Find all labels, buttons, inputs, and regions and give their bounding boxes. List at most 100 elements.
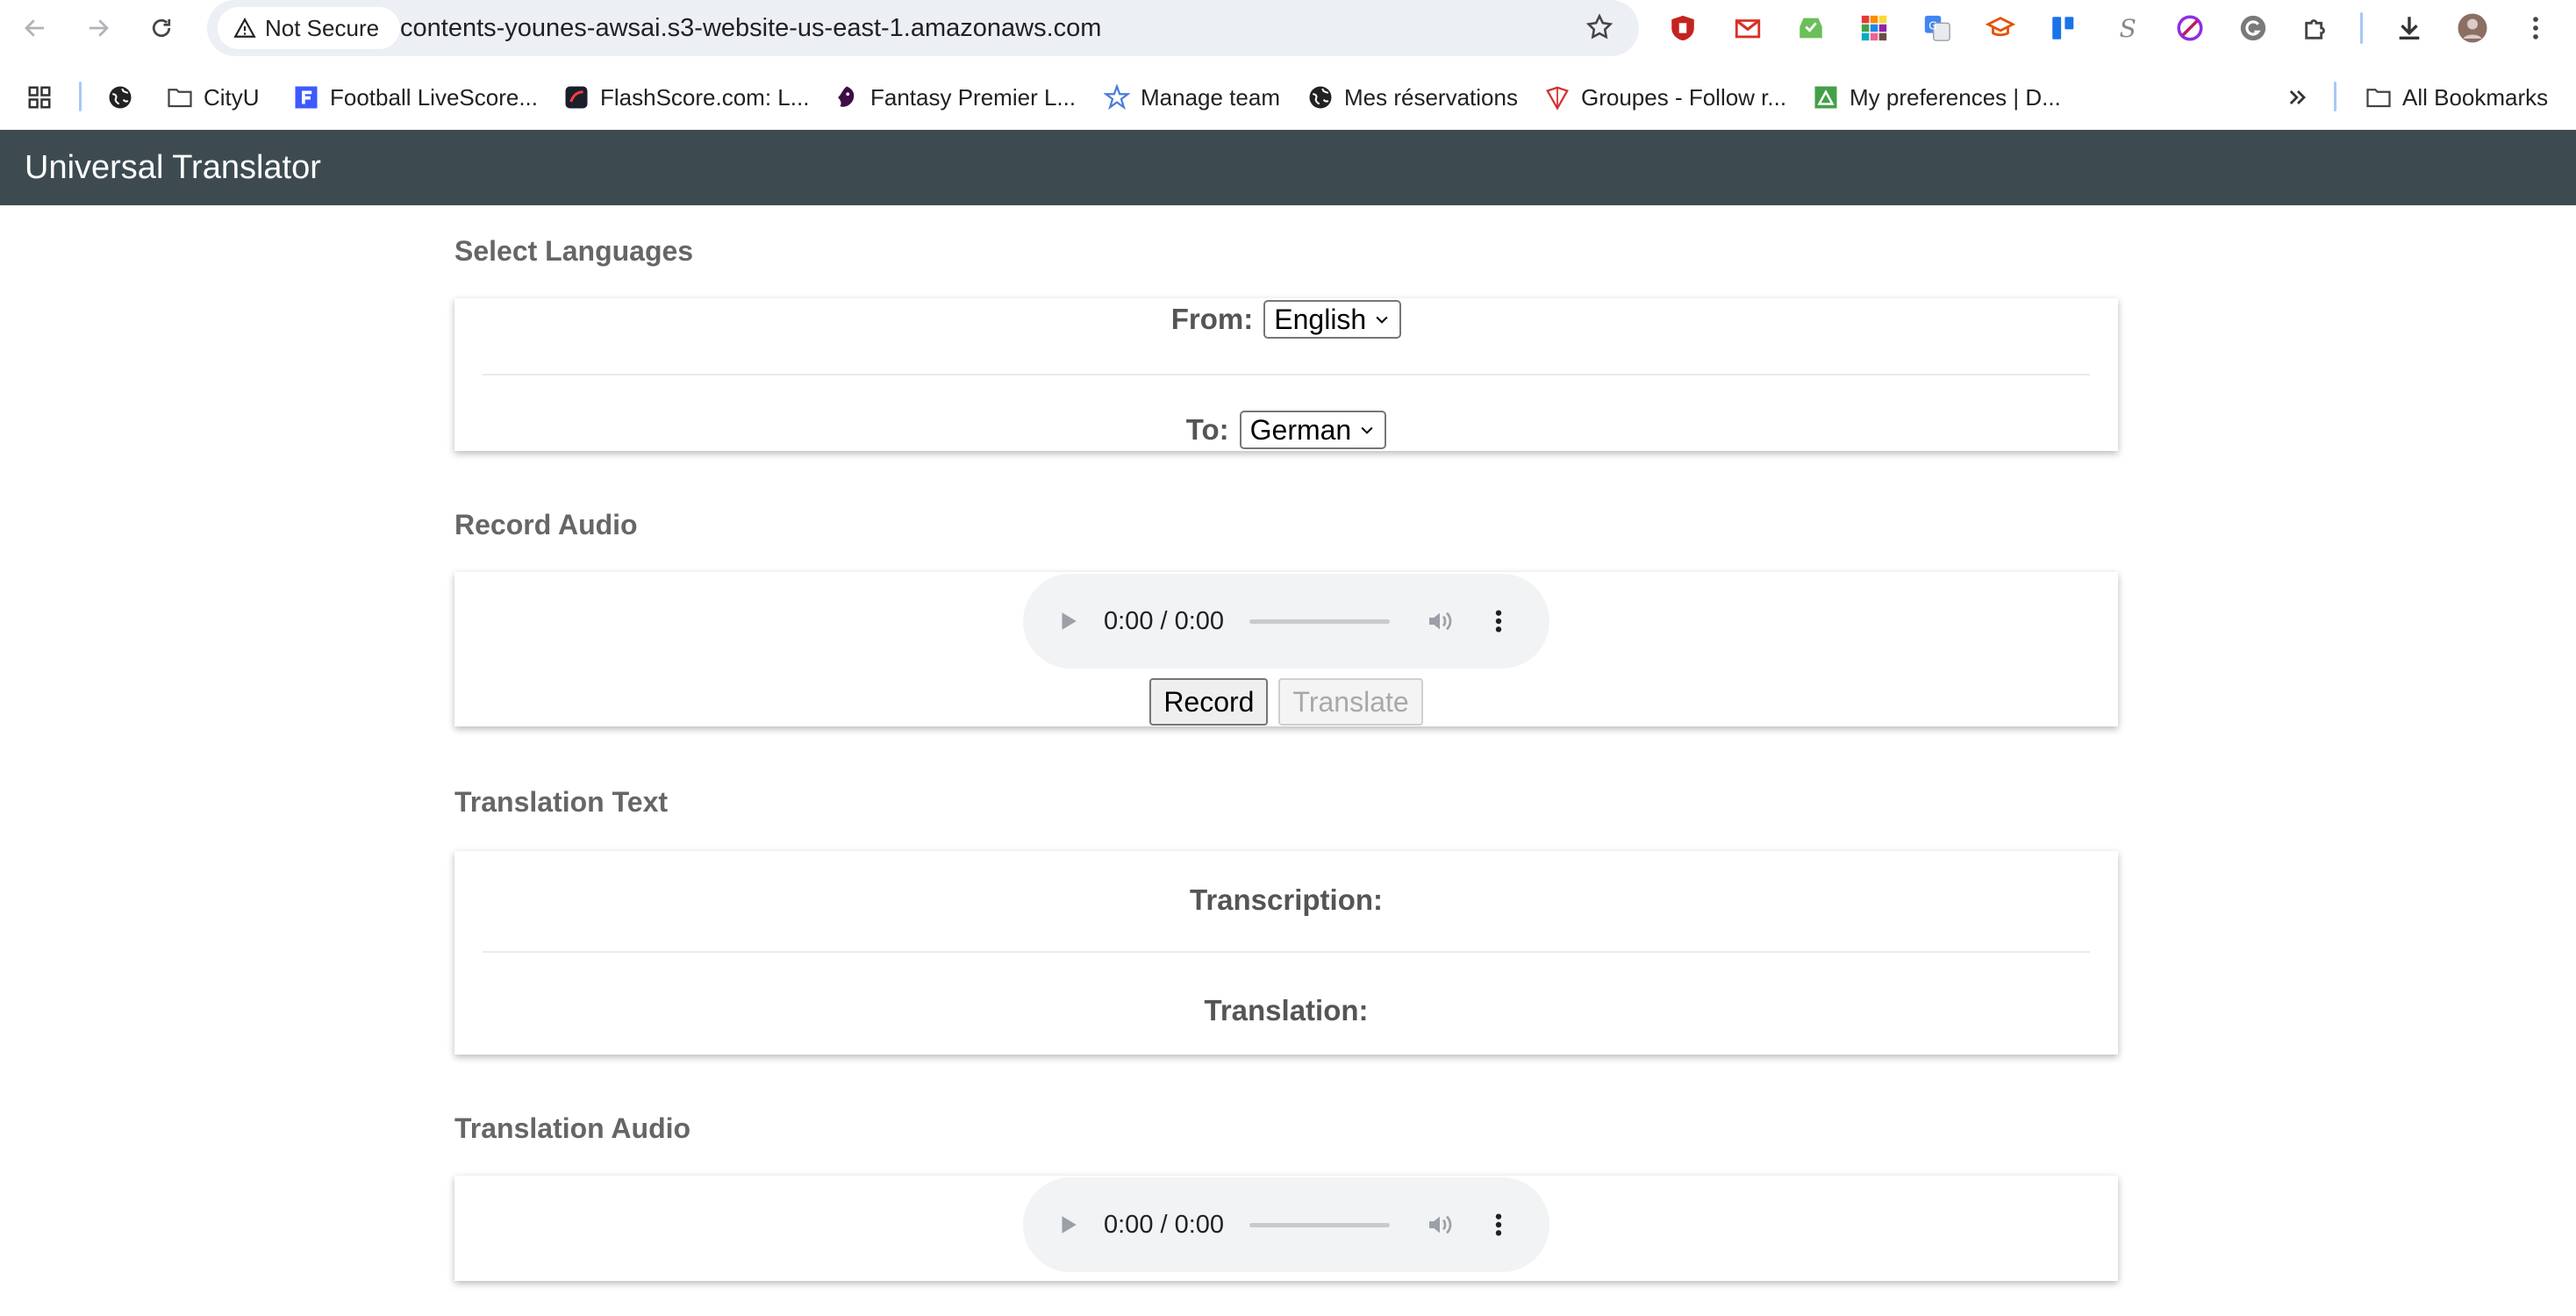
url-text[interactable]: contents-younes-awsai.s3-website-us-east… [400,0,1101,56]
more-bookmarks-button[interactable] [2285,74,2311,121]
board-icon [2052,17,2074,39]
apps-button[interactable] [26,74,53,121]
chevron-down-icon [1361,426,1373,434]
play-icon[interactable] [1056,1212,1079,1237]
diamond-logo-icon [1544,84,1571,111]
volume-icon[interactable] [1425,1211,1455,1239]
extensions-menu-button[interactable] [2301,12,2332,44]
inbox-check-icon [1800,18,1822,39]
gmail-extension[interactable] [1732,12,1764,44]
scholar-extension[interactable] [1985,12,2016,44]
record-audio-heading: Record Audio [454,509,638,540]
from-row: From: English [454,298,2118,340]
palette-grid-icon [1861,15,1887,41]
record-button[interactable]: Record [1149,678,1269,726]
script-extension[interactable]: S [2111,12,2143,44]
divider [483,951,2090,953]
all-bookmarks-button[interactable]: All Bookmarks [2365,74,2548,121]
to-language-select[interactable]: German [1239,411,1387,449]
reload-icon [152,18,171,38]
bookmark-item-manage-team[interactable]: Manage team [1104,74,1280,121]
bookmark-label: Groupes - Follow r... [1581,83,1787,111]
arrow-left-icon [25,19,44,37]
google-translate-extension[interactable]: G [1921,12,1953,44]
reload-button[interactable] [142,11,181,46]
volume-icon[interactable] [1425,607,1455,635]
from-label: From: [1170,303,1254,335]
inbox-extension[interactable] [1795,12,1827,44]
translation-text-heading: Translation Text [454,786,669,818]
translation-audio-player[interactable]: 0:00 / 0:00 [1023,1177,1549,1272]
graduation-cap-icon [1986,17,2015,37]
translation-audio-card: 0:00 / 0:00 [454,1176,2118,1281]
bookmarks-divider [79,82,82,111]
bookmark-item-fantasy-premier[interactable]: Fantasy Premier L... [834,74,1076,121]
double-chevron-right-icon [2285,84,2311,111]
bookmark-item-cityu[interactable]: CityU [167,74,260,121]
browser-toolbar: Not Secure contents-younes-awsai.s3-webs… [0,0,2576,58]
more-options-icon[interactable] [1490,1211,1507,1239]
app-header: Universal Translator [0,130,2576,205]
bookmark-item-groupes[interactable]: Groupes - Follow r... [1544,74,1786,121]
grammarly-extension[interactable] [2237,12,2269,44]
chevron-down-icon [1376,316,1388,324]
bookmark-item-flashscore[interactable]: FlashScore.com: L... [563,74,809,121]
bookmark-globe[interactable] [107,74,133,121]
forward-button[interactable] [79,11,118,46]
bookmarks-bar: CityU Football LiveScore... FlashScore.c… [0,74,2576,121]
translate-button[interactable]: Translate [1278,678,1423,726]
blocker-extension[interactable] [2174,12,2206,44]
bookmark-label: My preferences | D... [1850,83,2061,111]
play-icon[interactable] [1056,609,1079,633]
livescore-icon [293,84,319,111]
more-options-icon[interactable] [1490,607,1507,635]
apps-grid-icon [26,84,53,111]
translation-label: Translation: [1204,994,1369,1026]
to-row: To: German [454,409,2118,451]
bookmark-item-football-livescore[interactable]: Football LiveScore... [293,74,538,121]
bookmark-item-mes-reservations[interactable]: Mes réservations [1307,74,1518,121]
profile-avatar[interactable] [2457,12,2488,44]
downloads-button[interactable] [2394,12,2425,44]
security-chip[interactable]: Not Secure [218,7,401,49]
bookmark-label: Mes réservations [1344,83,1518,111]
trello-extension[interactable] [2048,12,2079,44]
browser-menu-button[interactable] [2520,12,2551,44]
record-actions: Record Translate [454,678,2118,726]
puzzle-icon [2305,19,2325,39]
colorful-extension[interactable] [1858,12,1890,44]
block-icon [2177,15,2203,41]
seek-slider[interactable] [1249,619,1390,624]
to-language-value: German [1249,413,1352,446]
seek-slider[interactable] [1249,1223,1390,1227]
star-icon [1585,13,1614,39]
globe-icon [107,84,133,111]
record-audio-player[interactable]: 0:00 / 0:00 [1023,574,1549,669]
back-button[interactable] [16,11,54,46]
toolbar-divider [2360,12,2363,44]
ublock-extension[interactable] [1667,12,1699,44]
player-time: 0:00 / 0:00 [1104,1211,1225,1239]
bookmark-label: Football LiveScore... [330,83,539,111]
bookmark-label: CityU [204,83,260,111]
lion-icon [834,84,860,111]
translation-text-card: Transcription: Translation: [454,851,2118,1055]
divider [483,374,2090,375]
bookmark-item-my-preferences[interactable]: My preferences | D... [1813,74,2061,121]
to-label: To: [1185,413,1229,446]
bookmark-label: Fantasy Premier L... [870,83,1077,111]
globe-icon [1307,84,1334,111]
select-languages-heading: Select Languages [454,235,694,267]
from-language-select[interactable]: English [1263,300,1402,339]
download-icon [2399,17,2420,40]
bookmarks-divider [2334,82,2336,111]
from-language-value: English [1274,303,1367,335]
translate-icon: G [1924,15,1950,41]
avatar-icon [2458,13,2487,43]
address-bar[interactable]: Not Secure contents-younes-awsai.s3-webs… [207,0,1639,56]
grammarly-icon [2240,15,2266,41]
record-audio-card: 0:00 / 0:00 Record Translate [454,572,2118,726]
translation-row: Translation: [454,991,2118,1030]
player-time: 0:00 / 0:00 [1104,607,1225,635]
bookmark-star-button[interactable] [1585,12,1614,46]
